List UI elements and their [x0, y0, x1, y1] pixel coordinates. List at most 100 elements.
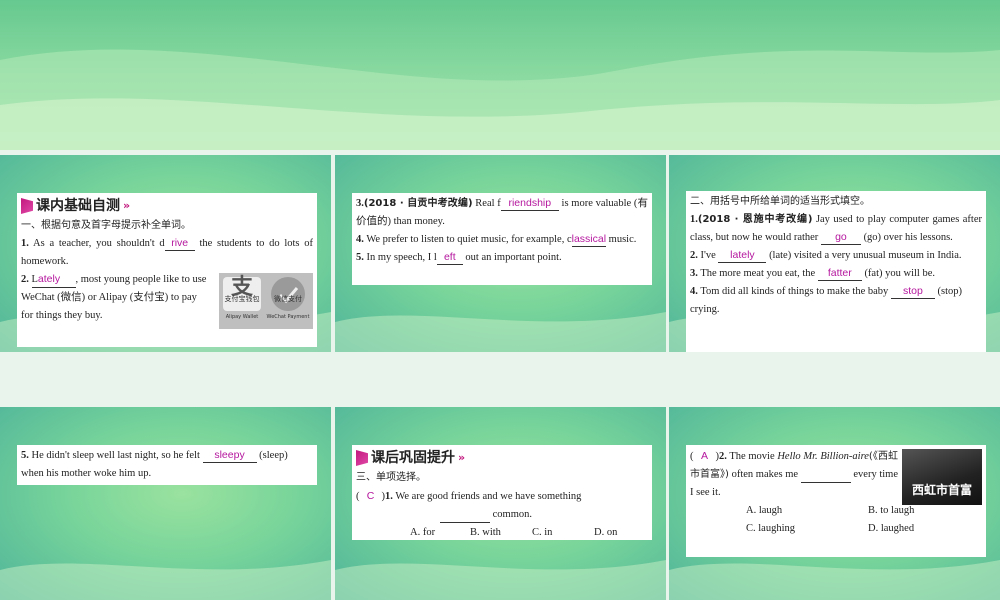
slide-panel-6: (A)2. The movie Hello Mr. Billion-aire(《…	[669, 407, 1000, 600]
alipay-caption: 支付宝钱包 Alipay Wallet	[224, 295, 260, 320]
section-header: 课后巩固提升 »	[356, 447, 648, 469]
answer-choice: A	[700, 450, 708, 462]
question-2: (A)2. The movie Hello Mr. Billion-aire(《…	[690, 447, 982, 505]
slide-panel-5: 课后巩固提升 » 三、单项选择。 (C)1. We are good frien…	[335, 407, 666, 600]
double-arrow-icon: »	[458, 451, 466, 464]
question-number: 1.	[385, 491, 393, 502]
answer-blank	[440, 508, 490, 523]
answer-blank	[800, 468, 851, 483]
question-text: In my speech, I l	[366, 252, 437, 263]
instruction-text: 三、单项选择。	[356, 472, 426, 483]
question-text: We are good friends and we have somethin…	[395, 491, 582, 502]
panel-wave-decoration	[335, 560, 666, 600]
question-text: He didn't sleep well last night, so he f…	[31, 450, 200, 461]
question-number: 4.	[356, 234, 364, 245]
instruction-text: 一、根据句意及首字母提示补全单词。	[21, 220, 191, 231]
question-1: 1.(2018 · 恩施中考改编) Jay used to play compu…	[690, 211, 982, 247]
question-number: 5.	[356, 252, 364, 263]
question-text: We prefer to listen to quiet music, for …	[366, 234, 572, 245]
question-1-cont: common.	[356, 506, 648, 524]
slide-panel-1: 课内基础自测 » 一、根据句意及首字母提示补全单词。 1. As a teach…	[0, 155, 331, 352]
question-card: 课内基础自测 » 一、根据句意及首字母提示补全单词。 1. As a teach…	[17, 193, 317, 347]
options-row: A. for B. with C. in D. on	[356, 524, 648, 542]
question-source: (2018 · 恩施中考改编)	[697, 214, 813, 225]
question-card: 5. He didn't sleep well last night, so h…	[17, 445, 317, 485]
section-header: 课内基础自测 »	[21, 195, 313, 217]
poster-title: 西虹市首富	[911, 483, 972, 497]
movie-title: Hello Mr. Billion-aire	[777, 451, 869, 462]
flag-icon	[21, 198, 33, 214]
option-d: D. on	[594, 527, 618, 538]
answer-blank: lassical	[571, 233, 607, 247]
option-b: B. with	[470, 527, 501, 538]
question-text: (go) over his lessons.	[863, 232, 953, 243]
question-number: 3.	[356, 198, 364, 209]
question-5: 5. In my speech, I l eft out an important…	[356, 249, 648, 267]
question-2: 2. Lately, most young people like to use…	[21, 271, 313, 329]
question-4: 4. We prefer to listen to quiet music, f…	[356, 231, 648, 249]
slide-panel-2: 3.(2018 · 自贡中考改编) Real f riendship is mor…	[335, 155, 666, 352]
option-a: A. for	[410, 527, 436, 538]
movie-poster-image: 西虹市首富	[902, 449, 982, 505]
question-number: 3.	[690, 268, 698, 279]
option-c: C. in	[532, 527, 553, 538]
question-text: Tom did all kinds of things to make the …	[700, 286, 889, 297]
question-number: 2.	[21, 274, 29, 285]
banner-wave-decoration	[0, 49, 1000, 150]
question-number: 1.	[21, 238, 29, 249]
question-4: 4. Tom did all kinds of things to make t…	[690, 283, 982, 319]
question-text: often makes me	[731, 469, 799, 480]
question-5: 5. He didn't sleep well last night, so h…	[21, 447, 313, 483]
question-text: Real f	[475, 198, 501, 209]
double-arrow-icon: »	[123, 199, 131, 212]
header-banner	[0, 0, 1000, 150]
answer-blank: rive	[164, 236, 195, 251]
question-number: 1.	[690, 214, 698, 225]
answer-blank: stop	[890, 284, 935, 299]
option-c: C. laughing	[746, 523, 795, 534]
question-number: 4.	[690, 286, 698, 297]
answer-text: ately	[37, 273, 61, 285]
answer-blank: fatter	[817, 266, 862, 281]
flag-icon	[356, 450, 368, 466]
question-text: out an important point.	[465, 252, 562, 263]
question-text: (late) visited a very unusual museum in …	[769, 250, 962, 261]
options-row: C. laughing D. laughed	[690, 520, 982, 538]
answer-blank: riendship	[500, 196, 559, 211]
question-text: The more meat you eat, the	[700, 268, 816, 279]
question-1: 1. As a teacher, you shouldn't d rive the…	[21, 235, 313, 271]
question-text: The movie	[729, 451, 775, 462]
question-number: 2.	[690, 250, 698, 261]
question-text: I've	[700, 250, 716, 261]
question-3: 3. The more meat you eat, the fatter (fa…	[690, 265, 982, 283]
instruction-text: 二、用括号中所给单词的适当形式填空。	[690, 196, 870, 207]
slide-panel-3: 二、用括号中所给单词的适当形式填空。 1.(2018 · 恩施中考改编) Jay…	[669, 155, 1000, 352]
question-number: 5.	[21, 450, 29, 461]
section-title: 课内基础自测	[36, 198, 120, 214]
question-text: (fat) you will be.	[864, 268, 935, 279]
section-title: 课后巩固提升	[371, 450, 455, 466]
answer-blank: Lately	[31, 272, 76, 288]
answer-blank: sleepy	[202, 448, 257, 463]
question-source: (2018 · 自贡中考改编)	[363, 198, 473, 209]
wechat-caption: 微信支付 WeChat Payment	[266, 295, 310, 320]
question-3: 3.(2018 · 自贡中考改编) Real f riendship is mor…	[356, 195, 648, 231]
question-number: 2.	[719, 451, 727, 462]
question-card: 二、用括号中所给单词的适当形式填空。 1.(2018 · 恩施中考改编) Jay…	[686, 191, 986, 352]
option-d: D. laughed	[868, 523, 915, 534]
answer-blank: lately	[718, 248, 767, 263]
option-a: A. laugh	[746, 505, 783, 516]
question-card: 3.(2018 · 自贡中考改编) Real f riendship is mor…	[352, 193, 652, 285]
question-text: music.	[608, 234, 637, 245]
answer-blank: go	[820, 230, 861, 245]
slide-panel-4: 5. He didn't sleep well last night, so h…	[0, 407, 331, 600]
panel-wave-decoration	[0, 560, 331, 600]
question-2: 2. I've lately (late) visited a very unu…	[690, 247, 982, 265]
payment-logos-image: 支 支付宝钱包 Alipay Wallet 微信支付 WeChat Paymen…	[219, 273, 313, 329]
question-1: (C)1. We are good friends and we have so…	[356, 487, 648, 506]
answer-choice: C	[366, 490, 375, 502]
answer-blank: eft	[436, 250, 463, 265]
question-text: common.	[492, 509, 532, 520]
question-text: As a teacher, you shouldn't d	[33, 238, 165, 249]
panel-wave-decoration	[335, 312, 666, 352]
